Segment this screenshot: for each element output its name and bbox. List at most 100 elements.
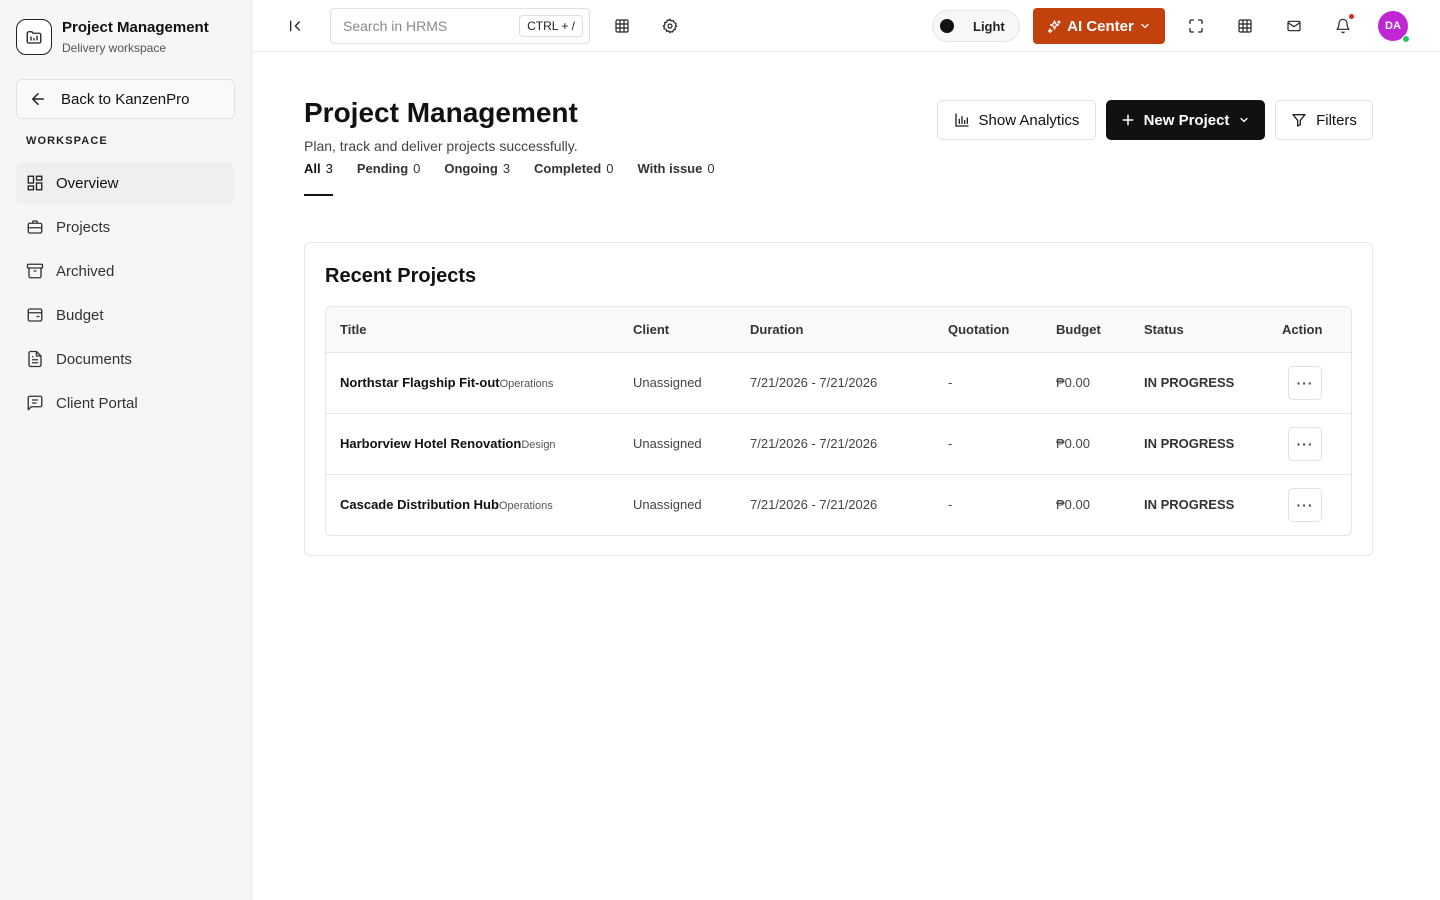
- messages-button[interactable]: [1279, 11, 1309, 41]
- sidebar-item-projects[interactable]: Projects: [16, 206, 234, 248]
- ai-center-label: AI Center: [1067, 17, 1134, 35]
- project-client: Unassigned: [619, 352, 736, 414]
- tab-count: 3: [325, 161, 333, 176]
- briefcase-icon: [27, 220, 43, 234]
- tab-all[interactable]: All 3: [304, 161, 333, 196]
- ai-center-button[interactable]: AI Center: [1033, 8, 1165, 44]
- recent-projects-title: Recent Projects: [325, 265, 477, 287]
- sidebar-item-label: Budget: [56, 306, 104, 324]
- project-department: Operations: [498, 500, 553, 513]
- sidebar-item-client-portal[interactable]: Client Portal: [16, 382, 234, 424]
- show-analytics-label: Show Analytics: [978, 111, 1080, 129]
- project-department: Operations: [499, 378, 554, 390]
- column-header-status[interactable]: Status: [1130, 307, 1268, 353]
- sidebar-item-documents[interactable]: Documents: [16, 338, 234, 380]
- tab-label: Ongoing: [444, 161, 498, 176]
- project-department: Design: [521, 439, 556, 451]
- sidebar-item-budget[interactable]: Budget: [16, 294, 234, 336]
- tab-label: Completed: [534, 161, 602, 176]
- notification-dot: [1349, 14, 1354, 19]
- archive-icon: [26, 263, 44, 279]
- project-client: Unassigned: [633, 497, 702, 513]
- message-square-icon: [27, 395, 43, 411]
- page-subtitle: Plan, track and deliver projects success…: [304, 138, 578, 154]
- brand-subtitle: Delivery workspace: [62, 41, 167, 55]
- tab-label: With issue: [637, 161, 703, 176]
- projects-table: Title Client Duration Quotation Budget S…: [326, 307, 1351, 535]
- sidebar-item-label: Client Portal: [56, 394, 138, 412]
- column-header-budget[interactable]: Budget: [1042, 307, 1130, 353]
- row-actions-button[interactable]: ···: [1288, 426, 1322, 461]
- tab-count: 0: [606, 161, 614, 176]
- sidebar-item-archived[interactable]: Archived: [16, 250, 234, 292]
- tab-count: 3: [502, 161, 511, 176]
- more-horizontal-icon: ···: [1296, 435, 1314, 452]
- tab-completed[interactable]: Completed 0: [534, 161, 613, 196]
- filter-icon: [1292, 114, 1306, 127]
- project-duration: 7/21/2026 - 7/21/2026: [736, 413, 934, 475]
- wallet-icon: [27, 308, 43, 322]
- settings-button[interactable]: [655, 11, 685, 41]
- column-header-action: Action: [1268, 307, 1351, 353]
- collapse-sidebar-button[interactable]: [286, 16, 306, 36]
- chevron-down-icon: [1141, 23, 1149, 29]
- sidebar-item-label: Projects: [56, 218, 111, 236]
- status-tabs: All 3 Pending 0 Ongoing 3 Completed 0 With i…: [304, 161, 739, 196]
- column-header-duration[interactable]: Duration: [736, 307, 934, 353]
- panel-collapse-icon: [290, 20, 300, 32]
- project-quotation: -: [948, 497, 953, 513]
- sidebar-nav: Overview Projects Archived Budget Docume…: [16, 162, 234, 426]
- project-client: Unassigned: [619, 413, 736, 475]
- tab-ongoing[interactable]: Ongoing 3: [444, 161, 510, 196]
- row-actions-button[interactable]: ···: [1288, 487, 1322, 522]
- column-header-title[interactable]: Title: [326, 307, 619, 353]
- topbar: CTRL + / Light AI Center DA: [252, 0, 1440, 52]
- mail-icon: [1287, 20, 1301, 32]
- sidebar-item-label: Documents: [56, 350, 132, 368]
- tab-pending[interactable]: Pending 0: [357, 161, 421, 196]
- bar-chart-icon: [954, 113, 969, 127]
- tab-count: 0: [413, 161, 421, 176]
- plus-icon: [1122, 114, 1133, 126]
- new-project-button[interactable]: New Project: [1106, 100, 1265, 140]
- show-analytics-button[interactable]: Show Analytics: [937, 100, 1096, 140]
- search-input[interactable]: [343, 18, 513, 34]
- table-row[interactable]: Cascade Distribution HubOperations Unass…: [326, 474, 1351, 535]
- theme-toggle[interactable]: Light: [932, 10, 1020, 42]
- filters-label: Filters: [1316, 111, 1357, 129]
- chevron-down-icon: [1240, 117, 1249, 123]
- project-duration: 7/21/2026 - 7/21/2026: [750, 497, 878, 513]
- sparkles-icon: [1047, 19, 1061, 33]
- row-actions-button[interactable]: ···: [1288, 365, 1322, 400]
- table-row[interactable]: Northstar Flagship Fit-outOperations Una…: [326, 352, 1351, 414]
- project-title[interactable]: Cascade Distribution Hub: [340, 497, 499, 512]
- workspace-section-label: WORKSPACE: [26, 135, 108, 147]
- project-title[interactable]: Northstar Flagship Fit-out: [340, 375, 500, 390]
- table-grid-icon: [1238, 19, 1252, 33]
- apps-grid-button[interactable]: [607, 11, 637, 41]
- recent-projects-card: Recent Projects Title Client Duration Qu…: [304, 242, 1373, 556]
- back-to-kanzenpro-button[interactable]: Back to KanzenPro: [16, 79, 235, 119]
- sidebar: Project Management Delivery workspace Ba…: [0, 0, 252, 900]
- project-budget: ₱0.00: [1042, 352, 1130, 414]
- project-title[interactable]: Harborview Hotel Renovation: [340, 436, 521, 451]
- arrow-left-icon: [32, 93, 44, 105]
- notifications-button[interactable]: [1328, 11, 1358, 41]
- tab-with-issue[interactable]: With issue 0: [637, 161, 714, 196]
- status-badge: IN PROGRESS: [1144, 497, 1235, 513]
- table-row[interactable]: Harborview Hotel RenovationDesign Unassi…: [326, 413, 1351, 475]
- filters-button[interactable]: Filters: [1275, 100, 1373, 140]
- fullscreen-button[interactable]: [1181, 11, 1211, 41]
- user-avatar[interactable]: DA: [1378, 11, 1410, 43]
- back-button-label: Back to KanzenPro: [61, 90, 190, 108]
- calendar-grid-button[interactable]: [1230, 11, 1260, 41]
- project-budget: ₱0.00: [1042, 413, 1130, 475]
- column-header-client[interactable]: Client: [619, 307, 736, 353]
- column-header-quotation[interactable]: Quotation: [934, 307, 1042, 353]
- sidebar-item-overview[interactable]: Overview: [16, 162, 234, 204]
- online-status-dot: [1402, 35, 1410, 43]
- tab-count: 0: [707, 161, 715, 176]
- search-shortcut-badge: CTRL + /: [519, 15, 583, 37]
- gear-icon: [662, 18, 678, 34]
- tab-label: Pending: [356, 161, 409, 176]
